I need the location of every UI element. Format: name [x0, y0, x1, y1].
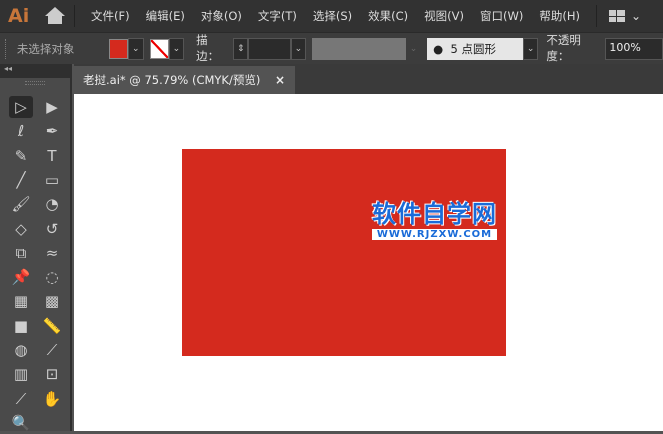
- gradient-tool[interactable]: ■: [9, 315, 33, 337]
- layout-grid-icon: [608, 10, 625, 22]
- direct-selection-tool[interactable]: ▶: [40, 96, 64, 118]
- stroke-stepper[interactable]: ⇕: [233, 37, 249, 60]
- rotate-tool[interactable]: ↺: [40, 218, 64, 240]
- pen-tool[interactable]: ✒: [40, 120, 64, 142]
- puppet-warp-tool[interactable]: 📌: [9, 266, 33, 288]
- slice-tool[interactable]: ⟋: [9, 388, 33, 410]
- brush-name: 点圆形: [461, 41, 496, 56]
- menu-item[interactable]: 文字(T): [250, 8, 305, 24]
- rectangle-tool[interactable]: ▭: [40, 169, 64, 191]
- fill-swatch[interactable]: [108, 38, 129, 59]
- document-tab-title: 老挝.ai* @ 75.79% (CMYK/预览): [83, 73, 261, 87]
- stroke-weight-dropdown[interactable]: ⌄: [290, 37, 307, 60]
- workspace-switcher[interactable]: ⌄: [608, 9, 642, 23]
- menu-item[interactable]: 选择(S): [305, 8, 360, 24]
- tools-panel-collapse[interactable]: ◂◂: [0, 64, 72, 78]
- document-tab[interactable]: 老挝.ai* @ 75.79% (CMYK/预览) ×: [74, 66, 295, 94]
- curvature-tool[interactable]: ✎: [9, 145, 33, 167]
- watermark: 软件自学网 WWW.RJZXW.COM: [372, 194, 497, 240]
- menu-bar: Ai 文件(F) 编辑(E) 对象(O) 文字(T) 选择(S) 效果(C) 视图(V) 窗口…: [0, 0, 663, 32]
- magic-wand-tool[interactable]: ℓ: [9, 120, 33, 142]
- eraser-tool[interactable]: ◇: [9, 218, 33, 240]
- app-logo: Ai: [8, 5, 30, 27]
- watermark-url: WWW.RJZXW.COM: [372, 229, 497, 240]
- hand-tool[interactable]: ✋: [40, 388, 64, 410]
- selection-status: 未选择对象: [16, 41, 75, 56]
- profile-dropdown[interactable]: ⌄: [405, 37, 422, 60]
- stroke-label[interactable]: 描边：: [196, 32, 230, 65]
- fill-dropdown[interactable]: ⌄: [128, 37, 144, 60]
- type-tool[interactable]: T: [40, 145, 64, 167]
- opacity-label[interactable]: 不透明度：: [546, 32, 602, 65]
- panel-grip[interactable]: [25, 81, 45, 85]
- column-graph-tool[interactable]: ▥: [9, 363, 33, 385]
- menu-item[interactable]: 对象(O): [193, 8, 250, 24]
- shape-builder-tool[interactable]: ◌: [40, 266, 64, 288]
- blend-tool[interactable]: ◍: [9, 339, 33, 361]
- scale-tool[interactable]: ⧉: [9, 242, 33, 264]
- menu-item[interactable]: 编辑(E): [138, 8, 193, 24]
- panel-grip[interactable]: [5, 38, 9, 59]
- eyedropper-tool[interactable]: ⟋: [40, 339, 64, 361]
- red-rectangle[interactable]: [182, 149, 506, 356]
- divider: [74, 5, 75, 27]
- artboard-tool[interactable]: ⊡: [40, 363, 64, 385]
- warp-tool[interactable]: ≈: [40, 242, 64, 264]
- stroke-weight-input[interactable]: [248, 37, 291, 60]
- chevron-down-icon: ⌄: [630, 9, 642, 23]
- brush-size: 5: [450, 41, 458, 56]
- blob-brush-tool[interactable]: ◔: [40, 193, 64, 215]
- perspective-grid-tool[interactable]: ▦: [9, 290, 33, 312]
- variable-width-profile[interactable]: [312, 37, 406, 60]
- artboard[interactable]: 软件自学网 WWW.RJZXW.COM: [74, 94, 663, 431]
- divider: [595, 5, 597, 27]
- stroke-swatch-none[interactable]: [149, 38, 169, 59]
- line-tool[interactable]: ╱: [9, 169, 33, 191]
- opacity-input[interactable]: 100%: [605, 37, 663, 60]
- home-icon[interactable]: [44, 7, 66, 25]
- stroke-dropdown[interactable]: ⌄: [168, 37, 185, 60]
- main-menu: 文件(F) 编辑(E) 对象(O) 文字(T) 选择(S) 效果(C) 视图(V) 窗口(W)…: [83, 8, 588, 24]
- tools-panel: ▷ ▶ ℓ ✒ ✎ T ╱ ▭ 🖌 ◔ ◇ ↺ ⧉ ≈ 📌 ◌ ▦ ▩ ■ 📏 ◍ ⟋ ▥ ⊡ ⟋ ✋ 🔍: [0, 78, 72, 432]
- document-tabs: 老挝.ai* @ 75.79% (CMYK/预览) ×: [74, 64, 663, 94]
- paintbrush-tool[interactable]: 🖌: [9, 193, 33, 215]
- measure-tool[interactable]: 📏: [40, 315, 64, 337]
- menu-item[interactable]: 效果(C): [360, 8, 416, 24]
- brush-dropdown[interactable]: ⌄: [522, 37, 539, 60]
- menu-item[interactable]: 窗口(W): [472, 8, 531, 24]
- brush-definition[interactable]: ● 5 点圆形: [427, 37, 523, 60]
- selection-tool[interactable]: ▷: [9, 96, 33, 118]
- mesh-tool[interactable]: ▩: [40, 290, 64, 312]
- menu-item[interactable]: 视图(V): [416, 8, 472, 24]
- menu-item[interactable]: 文件(F): [83, 8, 138, 24]
- menu-item[interactable]: 帮助(H): [531, 8, 588, 24]
- watermark-title: 软件自学网: [372, 200, 497, 228]
- control-bar: 未选择对象 ⌄ ⌄ 描边： ⇕ ⌄ ⌄ ● 5 点圆形 ⌄ 不透明度： 100%: [0, 32, 663, 65]
- close-icon[interactable]: ×: [275, 73, 285, 87]
